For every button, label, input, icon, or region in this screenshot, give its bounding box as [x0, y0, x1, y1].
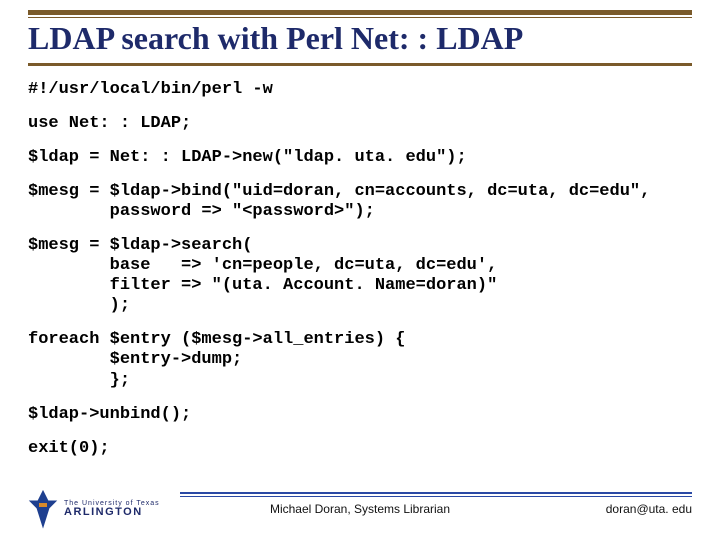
code-block-bind: $mesg = $ldap->bind("uid=doran, cn=accou… — [28, 182, 692, 222]
code-line: base => 'cn=people, dc=uta, dc=edu', — [28, 256, 692, 276]
code-line-new: $ldap = Net: : LDAP->new("ldap. uta. edu… — [28, 148, 692, 168]
slide: LDAP search with Perl Net: : LDAP #!/usr… — [0, 0, 720, 540]
title-rule: LDAP search with Perl Net: : LDAP — [28, 10, 692, 66]
code-line: }; — [28, 371, 692, 391]
code-block-foreach: foreach $entry ($mesg->all_entries) { $e… — [28, 330, 692, 390]
code-line-exit: exit(0); — [28, 439, 692, 459]
code-line-shebang: #!/usr/local/bin/perl -w — [28, 80, 692, 100]
code-line: $entry->dump; — [28, 350, 692, 370]
code-line: ); — [28, 296, 692, 316]
footer-rule — [180, 492, 692, 497]
code-line: foreach $entry ($mesg->all_entries) { — [28, 330, 692, 350]
footer-email: doran@uta. edu — [606, 502, 692, 516]
code-line: $mesg = $ldap->search( — [28, 236, 692, 256]
code-line-unbind: $ldap->unbind(); — [28, 405, 692, 425]
code-line: filter => "(uta. Account. Name=doran)" — [28, 276, 692, 296]
code-line: password => "<password>"); — [28, 202, 692, 222]
footer: The University of Texas ARLINGTON Michae… — [0, 484, 720, 534]
code-block-search: $mesg = $ldap->search( base => 'cn=peopl… — [28, 236, 692, 316]
code-line: $mesg = $ldap->bind("uid=doran, cn=accou… — [28, 182, 692, 202]
code-line-use: use Net: : LDAP; — [28, 114, 692, 134]
slide-title: LDAP search with Perl Net: : LDAP — [28, 20, 692, 57]
